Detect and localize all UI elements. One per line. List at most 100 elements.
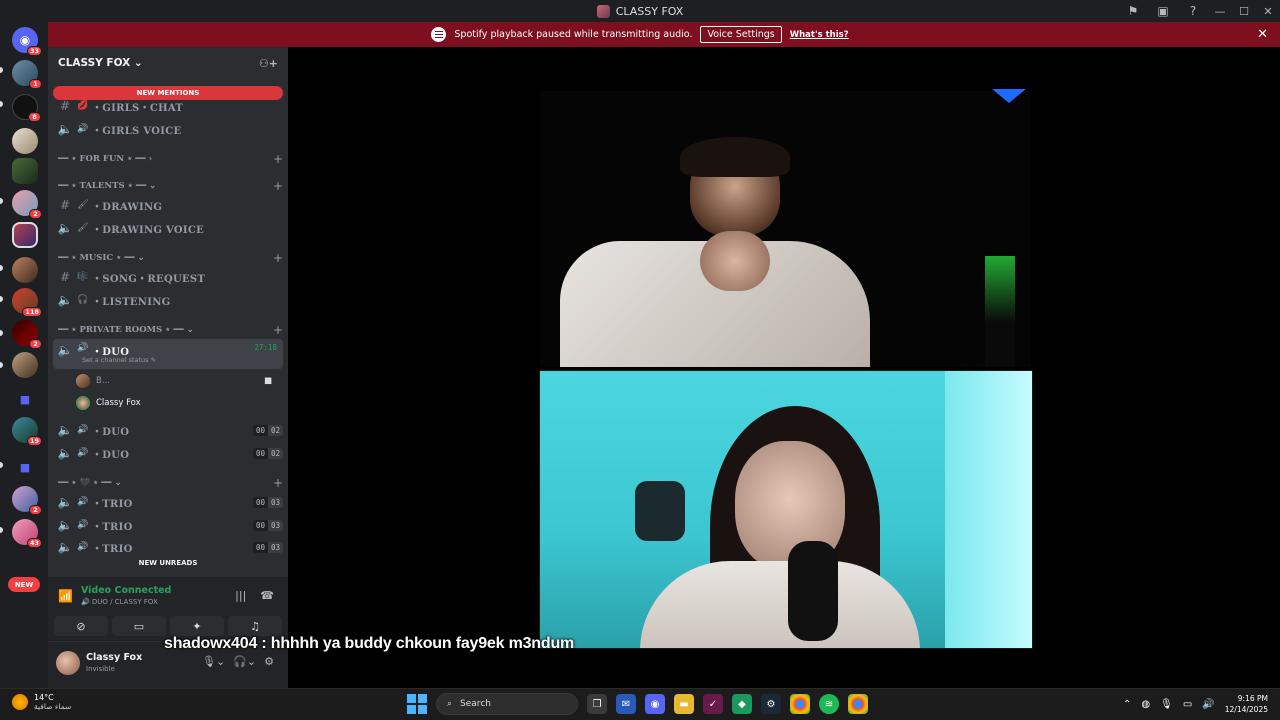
soundboard-icon[interactable]: ♫ — [228, 616, 282, 636]
camera-off-icon[interactable]: ⊘ — [54, 616, 108, 636]
file-explorer-icon[interactable]: ▬ — [674, 694, 694, 714]
disconnect-icon[interactable]: ☎ — [260, 589, 274, 602]
add-channel-icon[interactable]: + — [273, 152, 283, 166]
display-icon[interactable]: ▭ — [1183, 699, 1192, 710]
server-icon[interactable]: 8 — [12, 94, 41, 122]
channel-girls-chat[interactable]: # 💋 ・GIRLS・CHAT — [53, 96, 283, 116]
chrome-icon[interactable] — [848, 694, 868, 714]
category-for-fun[interactable]: ━━ ⋆ FOR FUN ⋆ ━━ › + — [58, 151, 283, 167]
video-connected-label[interactable]: Video Connected — [81, 585, 171, 596]
avatar[interactable] — [56, 651, 80, 675]
add-member-icon[interactable]: ⚇+ — [259, 57, 278, 70]
minimize-button[interactable]: — — [1208, 0, 1232, 22]
hash-icon: # — [59, 99, 71, 113]
whats-this-link[interactable]: What's this? — [790, 30, 849, 40]
video-tile[interactable] — [539, 370, 1033, 649]
app-icon[interactable]: ✓ — [703, 694, 723, 714]
inbox-icon[interactable]: ⚑ — [1118, 0, 1148, 22]
folder-icon[interactable]: ■ — [12, 454, 38, 480]
app-icon[interactable]: ◆ — [732, 694, 752, 714]
voice-user[interactable]: Classy Fox — [76, 394, 141, 412]
voice-user[interactable]: B... ■ — [76, 372, 272, 390]
voice-channel-label[interactable]: 🔊 DUO / CLASSY FOX — [81, 598, 171, 606]
app-tray-icon[interactable]: ◍ — [1141, 699, 1150, 710]
server-icon[interactable]: 118 — [12, 288, 42, 317]
discord-icon[interactable]: ◉ — [645, 694, 665, 714]
noise-suppression-icon[interactable]: ||| — [235, 589, 246, 602]
category-talents[interactable]: ━━ ⋆ TALENTS ⋆ ━━ ⌄ + — [58, 178, 283, 194]
screen-icon[interactable]: ▣ — [1148, 0, 1178, 22]
server-icon[interactable]: 2 — [12, 486, 42, 515]
channel-song-request[interactable]: # 🎼 ・SONG・REQUEST — [53, 267, 283, 287]
channel-duo[interactable]: 🔈 🔊 ・DUO 00 02 — [53, 443, 283, 463]
server-icon[interactable]: 1 — [12, 60, 42, 89]
server-icon[interactable] — [12, 158, 38, 184]
server-icon[interactable] — [12, 128, 38, 154]
voice-user-name: B... — [96, 376, 110, 386]
add-channel-icon[interactable]: + — [273, 179, 283, 193]
close-icon[interactable]: ✕ — [1257, 27, 1268, 42]
new-unreads-pill[interactable]: NEW — [8, 577, 40, 592]
taskbar-search[interactable]: ⌕ Search — [436, 693, 578, 715]
chrome-icon[interactable] — [790, 694, 810, 714]
clock[interactable]: 9:16 PM 12/14/2025 — [1225, 693, 1268, 715]
channel-listening[interactable]: 🔈 🎧 ・LISTENING — [53, 290, 283, 310]
speaker-icon: 🔈 — [57, 343, 73, 357]
new-unreads-bar[interactable]: NEW UNREADS — [53, 556, 283, 570]
channel-duo[interactable]: 🔈 🔊 ・DUO 00 02 — [53, 420, 283, 440]
channel-duo-active[interactable]: 🔈 🔊 ・DUO 27:18 Set a channel status ✎ — [53, 339, 283, 369]
server-icon[interactable]: 43 — [12, 519, 42, 548]
screen-share-icon[interactable]: ▭ — [112, 616, 166, 636]
channel-status[interactable]: Set a channel status ✎ — [82, 356, 156, 364]
headphones-icon[interactable]: 🎧⌄ — [233, 655, 256, 668]
speaker-icon: 🔈 — [57, 495, 73, 509]
server-icon[interactable]: 2 — [12, 190, 42, 219]
maximize-button[interactable]: ☐ — [1232, 0, 1256, 22]
voice-settings-button[interactable]: Voice Settings — [700, 26, 782, 43]
call-timer: 27:18 — [254, 343, 277, 352]
category-heart[interactable]: ━━ ⋆ 🖤 ⋆ ━━ ⌄ + — [58, 475, 283, 491]
server-icon-active[interactable] — [12, 222, 38, 248]
channel-trio[interactable]: 🔈 🔊 ・TRIO 00 03 — [53, 537, 283, 557]
sun-icon — [12, 694, 28, 710]
username[interactable]: Classy Fox — [86, 652, 142, 663]
server-icon — [596, 4, 610, 18]
search-icon: ⌕ — [447, 699, 453, 709]
outlook-icon[interactable]: ✉ — [616, 694, 636, 714]
close-window-button[interactable]: ✕ — [1256, 0, 1280, 22]
volume-icon[interactable]: 🔊 — [1202, 699, 1214, 710]
add-channel-icon[interactable]: + — [273, 251, 283, 265]
channel-drawing[interactable]: # 🖌 ・DRAWING — [53, 195, 283, 215]
chevron-up-icon[interactable]: ⌃ — [1123, 699, 1131, 710]
task-view-icon[interactable]: ❐ — [587, 694, 607, 714]
server-icon[interactable]: 2 — [12, 320, 42, 349]
windows-start-icon[interactable] — [407, 694, 427, 714]
channel-trio[interactable]: 🔈 🔊 ・TRIO 00 03 — [53, 492, 283, 512]
video-tile[interactable] — [540, 91, 1030, 367]
server-header[interactable]: CLASSY FOX ⌄ ⚇+ — [48, 47, 288, 79]
direct-messages-icon[interactable]: ◉ 33 — [12, 27, 42, 56]
server-icon[interactable]: 19 — [12, 417, 42, 446]
server-icon[interactable] — [12, 257, 38, 283]
microphone-icon[interactable]: 🎙 — [1160, 699, 1173, 710]
folder-icon[interactable]: ■ — [12, 386, 38, 412]
badge: 118 — [22, 307, 42, 317]
speaker-emoji-icon: 🔊 — [77, 425, 89, 435]
steam-icon[interactable]: ⚙ — [761, 694, 781, 714]
add-channel-icon[interactable]: + — [273, 476, 283, 490]
add-channel-icon[interactable]: + — [273, 323, 283, 337]
weather-widget[interactable]: 14°C سماء صافية — [12, 693, 71, 711]
microphone-icon[interactable]: 🎙⌄ — [202, 655, 225, 668]
channel-drawing-voice[interactable]: 🔈 🖌 ・DRAWING VOICE — [53, 218, 283, 238]
category-private-rooms[interactable]: ━━ ⋆ PRIVATE ROOMS ⋆ ━━ ⌄ + — [58, 322, 283, 338]
gear-icon[interactable]: ⚙ — [264, 655, 274, 668]
help-icon[interactable]: ? — [1178, 0, 1208, 22]
user-status: Invisible — [86, 665, 115, 673]
activities-icon[interactable]: ✦ — [170, 616, 224, 636]
server-icon[interactable] — [12, 352, 38, 378]
channel-girls-voice[interactable]: 🔈 🔊 ・GIRLS VOICE — [53, 119, 283, 139]
category-music[interactable]: ━━ ⋆ MUSIC ⋆ ━━ ⌄ + — [58, 250, 283, 266]
spotify-icon[interactable]: ≋ — [819, 694, 839, 714]
brush-icon: 🖌 — [77, 200, 89, 210]
channel-trio[interactable]: 🔈 🔊 ・TRIO 00 03 — [53, 515, 283, 535]
